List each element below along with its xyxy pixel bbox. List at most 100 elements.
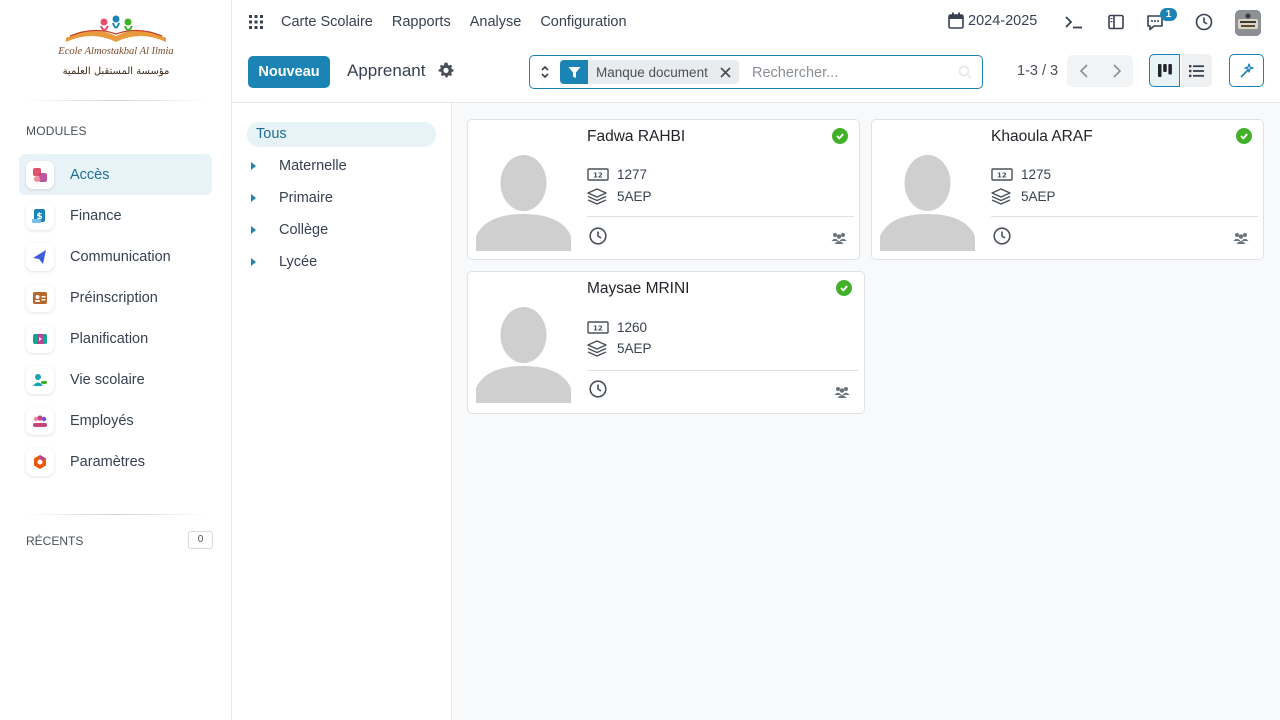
status-check-icon <box>1236 128 1252 144</box>
list-view-button[interactable] <box>1181 54 1212 87</box>
filter-icon <box>560 60 588 84</box>
category-all[interactable]: Tous <box>247 122 436 147</box>
student-card[interactable]: Khaoula ARAF 12 1275 5AEP <box>871 119 1264 260</box>
layers-icon <box>587 339 609 357</box>
search-facet: Manque document <box>560 60 739 84</box>
caret-right-icon[interactable] <box>251 194 256 202</box>
recents-title: RÉCENTS <box>26 534 84 548</box>
avatar-image <box>1235 10 1261 36</box>
sidebar-item-planification[interactable]: Planification <box>19 318 212 359</box>
menu-analyse[interactable]: Analyse <box>470 14 522 30</box>
sidebar-item-label: Vie scolaire <box>70 371 145 388</box>
sidebar-item-label: Employés <box>70 412 134 429</box>
employees-icon <box>26 406 54 435</box>
category-lycee[interactable]: Lycée <box>251 251 317 273</box>
gear-icon[interactable] <box>438 62 454 78</box>
chevron-left-icon <box>1079 64 1088 78</box>
card-divider <box>991 216 1258 217</box>
student-class: 5AEP <box>1021 188 1056 204</box>
page-title: Apprenant <box>347 61 426 80</box>
student-class-row: 5AEP <box>587 187 652 205</box>
sidebar-item-label: Paramètres <box>70 453 145 470</box>
sidebar-item-employes[interactable]: Employés <box>19 400 212 441</box>
id-card-icon: 12 <box>587 166 609 182</box>
group-icon[interactable] <box>831 231 847 244</box>
svg-text:12: 12 <box>593 324 603 332</box>
search-bar[interactable]: Manque document <box>529 55 983 89</box>
menu-configuration[interactable]: Configuration <box>540 14 626 30</box>
group-icon[interactable] <box>1233 231 1249 244</box>
student-name: Fadwa RAHBI <box>587 128 686 145</box>
magic-wand-icon <box>1239 62 1254 78</box>
group-icon[interactable] <box>834 385 850 398</box>
pager-next-button[interactable] <box>1100 55 1133 87</box>
panel-toggle-icon[interactable] <box>1106 12 1126 32</box>
messages-count-badge: 1 <box>1160 8 1177 21</box>
logo-book-icon <box>66 15 166 42</box>
communication-icon <box>26 242 54 271</box>
layers-icon <box>587 187 609 205</box>
kanban-icon <box>1157 64 1172 77</box>
sidebar-item-vie-scolaire[interactable]: Vie scolaire <box>19 359 212 400</box>
academic-year-selector[interactable]: 2024-2025 <box>948 12 1037 29</box>
search-icon[interactable] <box>958 65 972 79</box>
pager-value[interactable]: 1-3 / 3 <box>1017 63 1058 79</box>
student-number-row: 12 1275 <box>991 166 1051 182</box>
sidebar-item-preinscription[interactable]: Préinscription <box>19 277 212 318</box>
sort-toggle-icon[interactable] <box>538 65 552 79</box>
apps-grid-icon[interactable] <box>249 15 263 29</box>
student-number: 1277 <box>617 166 648 182</box>
status-check-icon <box>836 280 852 296</box>
student-photo-placeholder <box>880 128 975 251</box>
sidebar: Ecole Almostakbal Al Ilmia مؤسسة المستقب… <box>0 0 232 720</box>
remove-facet-close-icon[interactable] <box>720 66 731 78</box>
id-card-icon: 12 <box>991 166 1013 182</box>
sidebar-divider <box>26 100 207 101</box>
modules-list: Accès $ Finance Communication Préinscrip… <box>19 154 212 482</box>
category-label: Lycée <box>279 254 318 270</box>
caret-right-icon[interactable] <box>251 162 256 170</box>
activity-clock-icon[interactable] <box>589 227 607 245</box>
school-logo[interactable]: Ecole Almostakbal Al Ilmia مؤسسة المستقب… <box>52 14 180 84</box>
student-number: 1260 <box>617 319 648 335</box>
activity-clock-icon[interactable] <box>993 227 1011 245</box>
list-icon <box>1189 64 1204 77</box>
menu-carte-scolaire[interactable]: Carte Scolaire <box>281 14 373 30</box>
recents-count-badge: 0 <box>188 531 213 549</box>
logo-text-arabic: مؤسسة المستقبل العلمية <box>62 66 170 77</box>
sidebar-item-communication[interactable]: Communication <box>19 236 212 277</box>
modules-title: MODULES <box>26 124 87 138</box>
terminal-icon[interactable] <box>1064 12 1084 32</box>
activity-clock-icon[interactable] <box>589 380 607 398</box>
category-maternelle[interactable]: Maternelle <box>251 155 347 177</box>
student-card[interactable]: Maysae MRINI 12 1260 5AEP <box>467 271 865 414</box>
ai-assistant-button[interactable] <box>1229 54 1264 87</box>
category-panel: Tous Maternelle Primaire Collège Lycée <box>232 103 452 720</box>
sidebar-item-label: Planification <box>70 330 149 347</box>
academic-year-label: 2024-2025 <box>968 12 1038 29</box>
activity-clock-icon[interactable] <box>1194 12 1214 32</box>
category-label: Primaire <box>279 190 333 206</box>
category-college[interactable]: Collège <box>251 219 328 241</box>
caret-right-icon[interactable] <box>251 226 256 234</box>
sidebar-item-label: Accès <box>70 166 110 183</box>
facet-label: Manque document <box>596 64 708 80</box>
sidebar-item-parametres[interactable]: Paramètres <box>19 441 212 482</box>
kanban-view-button[interactable] <box>1149 54 1180 87</box>
user-avatar[interactable] <box>1235 10 1261 36</box>
sidebar-item-acces[interactable]: Accès <box>19 154 212 195</box>
sidebar-item-finance[interactable]: $ Finance <box>19 195 212 236</box>
search-input[interactable] <box>752 62 952 84</box>
student-card[interactable]: Fadwa RAHBI 12 1277 5AEP <box>467 119 860 260</box>
category-primaire[interactable]: Primaire <box>251 187 333 209</box>
student-class-row: 5AEP <box>991 187 1056 205</box>
new-button[interactable]: Nouveau <box>248 56 330 88</box>
caret-right-icon[interactable] <box>251 258 256 266</box>
settings-icon <box>26 447 54 476</box>
svg-text:12: 12 <box>997 171 1007 179</box>
logo-text-latin: Ecole Almostakbal Al Ilmia <box>58 46 174 57</box>
menu-rapports[interactable]: Rapports <box>392 14 451 30</box>
sidebar-item-label: Préinscription <box>70 289 158 306</box>
category-label: Collège <box>279 222 329 238</box>
pager-previous-button[interactable] <box>1067 55 1100 87</box>
